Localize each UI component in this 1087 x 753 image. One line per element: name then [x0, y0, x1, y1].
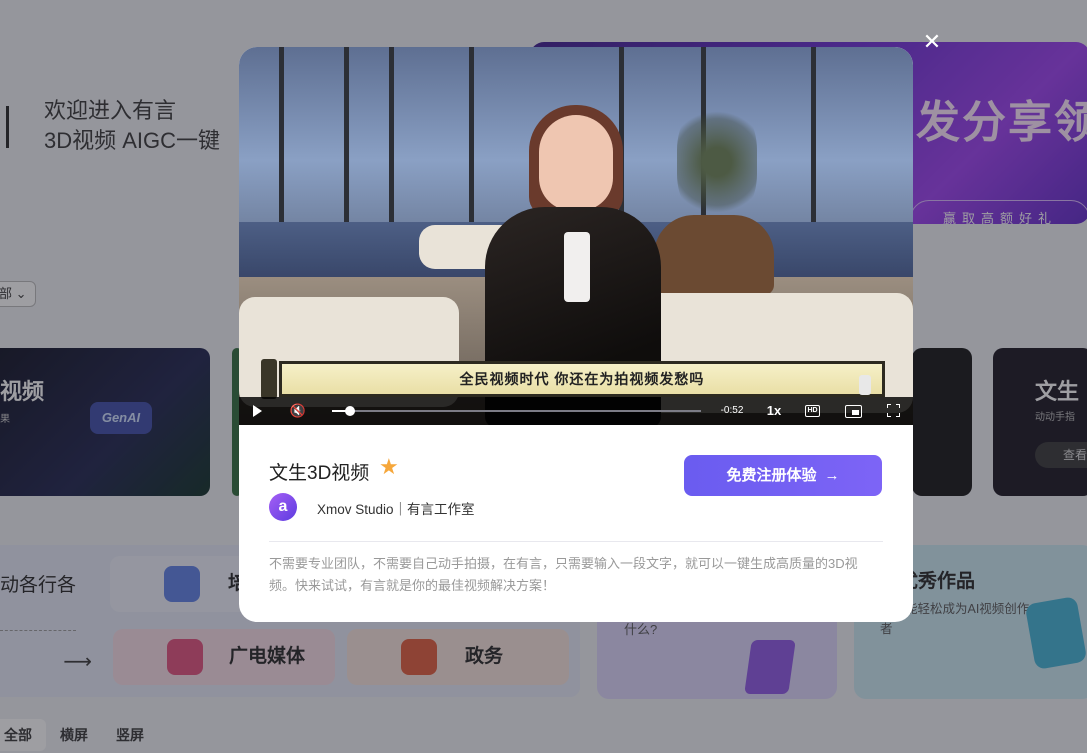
presenter-face: [539, 115, 613, 211]
video-subtitle: 全民视频时代 你还在为拍视频发愁吗: [279, 361, 885, 397]
lounge-chair: [654, 215, 774, 295]
picture-in-picture-icon[interactable]: [845, 405, 862, 418]
subtitle-reel-right: [859, 375, 871, 395]
arrow-right-icon: →: [824, 467, 840, 484]
fullscreen-icon[interactable]: [887, 404, 900, 417]
video-intro-modal: 全民视频时代 你还在为拍视频发愁吗 🔇 -0:52 1x HD 文生3D视频 ★…: [239, 47, 913, 622]
playback-speed-button[interactable]: 1x: [763, 402, 785, 420]
modal-divider: [269, 541, 883, 542]
close-icon[interactable]: ✕: [921, 31, 943, 53]
progress-knob[interactable]: [345, 406, 356, 416]
studio-logo: a: [269, 493, 297, 521]
progress-track[interactable]: [332, 410, 701, 412]
modal-title: 文生3D视频: [269, 463, 370, 484]
mute-icon[interactable]: 🔇: [289, 402, 307, 420]
video-controls: 🔇 -0:52 1x HD: [239, 397, 913, 425]
studio-name: Xmov Studio｜有言工作室: [317, 502, 475, 517]
star-icon: ★: [379, 454, 399, 479]
plant: [677, 102, 757, 222]
time-remaining: -0:52: [720, 405, 744, 416]
subtitle-reel-left: [261, 359, 277, 399]
presenter-shirt: [564, 232, 590, 302]
video-player[interactable]: 全民视频时代 你还在为拍视频发愁吗 🔇 -0:52 1x HD: [239, 47, 913, 425]
play-icon[interactable]: [253, 405, 262, 417]
hd-quality-icon[interactable]: HD: [805, 405, 820, 417]
modal-description: 不需要专业团队，不需要自己动手拍摄，在有言，只需要输入一段文字，就可以一键生成高…: [269, 556, 858, 593]
cta-label: 免费注册体验: [726, 467, 817, 484]
free-register-button[interactable]: 免费注册体验 →: [684, 455, 882, 496]
